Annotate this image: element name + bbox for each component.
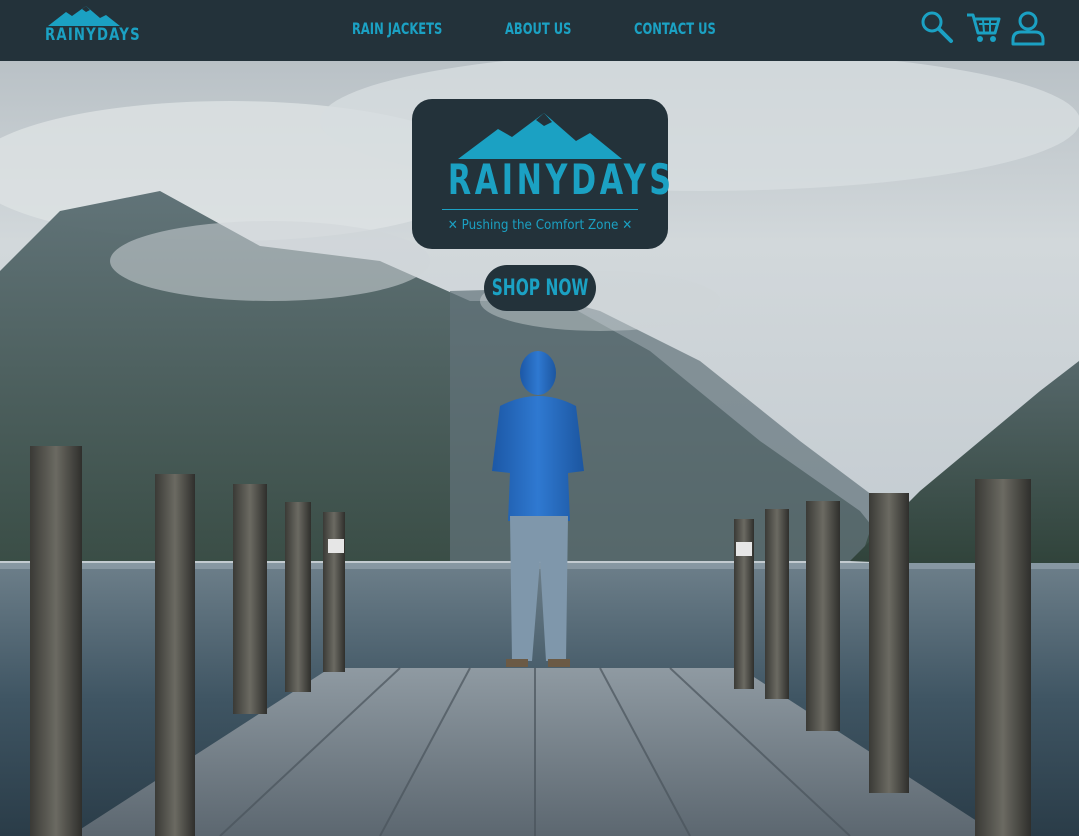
logo[interactable]: RAINYDAYS bbox=[34, 6, 141, 51]
nav-rain-jackets[interactable]: Rain Jackets bbox=[352, 19, 442, 38]
search-icon[interactable] bbox=[920, 10, 954, 49]
mountain-logo-icon bbox=[48, 6, 120, 26]
logo-text: RAINYDAYS bbox=[45, 25, 141, 45]
shop-now-label: Shop now bbox=[491, 275, 589, 301]
cart-icon[interactable] bbox=[965, 11, 1001, 50]
shop-now-button[interactable]: Shop now bbox=[484, 265, 596, 311]
brand-tagline: ✕ Pushing the Comfort Zone ✕ bbox=[447, 218, 633, 233]
hero-banner: RAINYDAYS ✕ Pushing the Comfort Zone ✕ S… bbox=[0, 61, 1079, 836]
nav-about-us[interactable]: About us bbox=[505, 19, 571, 38]
site-header: RAINYDAYS Rain Jackets About us Contact … bbox=[0, 0, 1079, 61]
mountain-logo-icon bbox=[458, 113, 622, 159]
brand-name: RAINYDAYS bbox=[447, 155, 675, 204]
nav-contact-us[interactable]: Contact us bbox=[634, 19, 716, 38]
brand-badge: RAINYDAYS ✕ Pushing the Comfort Zone ✕ bbox=[412, 99, 675, 249]
badge-divider bbox=[442, 209, 638, 210]
user-icon[interactable] bbox=[1010, 10, 1046, 51]
